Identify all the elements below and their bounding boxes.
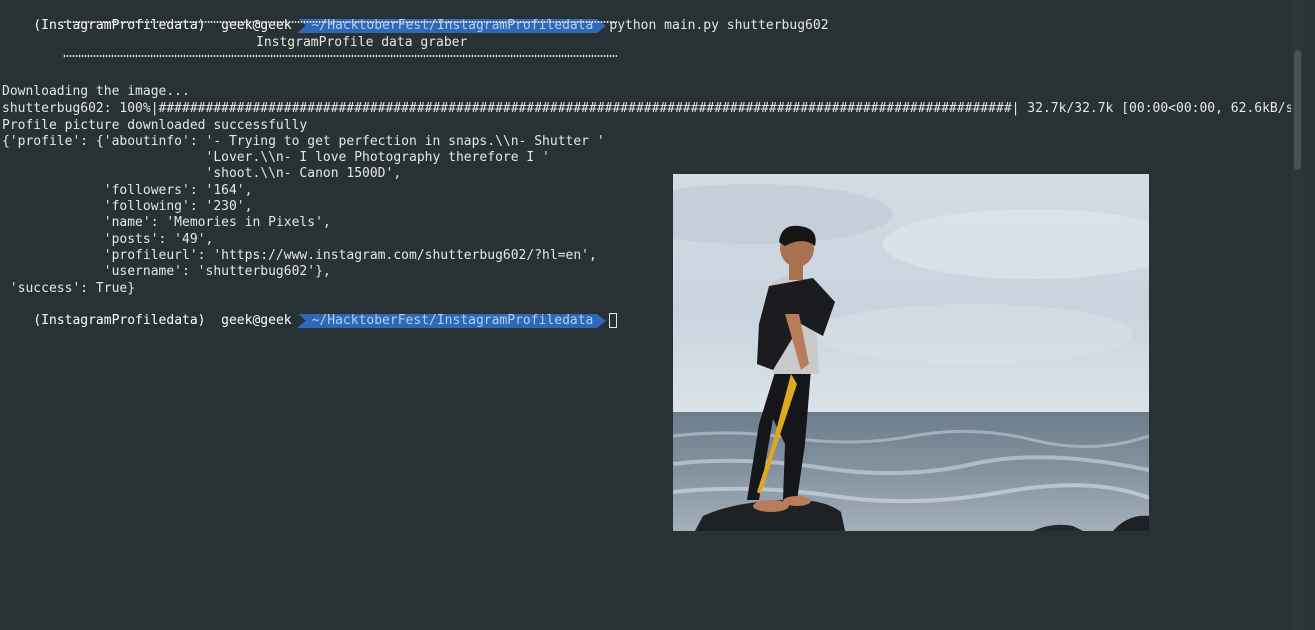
dict-line: 'success': True} <box>2 281 136 296</box>
terminal-window[interactable]: (InstagramProfiledata) geek@geek ~/Hackto… <box>0 0 1303 630</box>
scrollbar-thumb[interactable] <box>1294 50 1301 170</box>
banner-bottom-border <box>63 54 617 58</box>
success-message: Profile picture downloaded successfully <box>2 118 308 133</box>
block-cursor-icon[interactable] <box>609 313 618 328</box>
scrollbar[interactable] <box>1291 0 1303 630</box>
prompt-command: python main.py shutterbug602 <box>609 18 829 33</box>
dict-line: 'followers': '164', <box>2 183 253 198</box>
profile-picture-illustration <box>673 174 1149 531</box>
prompt-path: ~/HacktoberFest/InstagramProfiledata <box>297 313 607 328</box>
banner-title: InstgramProfile data graber <box>256 35 468 50</box>
dict-line: 'username': 'shutterbug602'}, <box>2 264 331 279</box>
prompt-line-1: (InstagramProfiledata) geek@geek ~/Hackto… <box>2 2 828 33</box>
dict-line: 'posts': '49', <box>2 232 214 247</box>
prompt-line-2[interactable]: (InstagramProfiledata) geek@geek ~/Hackto… <box>2 297 618 328</box>
dict-line: 'profileurl': 'https://www.instagram.com… <box>2 248 597 263</box>
progress-bar: shutterbug602: 100%|####################… <box>2 101 1302 116</box>
dict-line: 'following': '230', <box>2 199 253 214</box>
prompt-user: geek@geek <box>221 313 292 328</box>
profile-picture-image <box>673 174 1149 531</box>
prompt-env: (InstagramProfiledata) <box>33 313 206 328</box>
dict-line: {'profile': {'aboutinfo': '- Trying to g… <box>2 134 605 149</box>
downloading-message: Downloading the image... <box>2 84 190 99</box>
dict-line: 'Lover.\\n- I love Photography therefore… <box>2 150 550 165</box>
dict-line: 'shoot.\\n- Canon 1500D', <box>2 166 402 181</box>
banner-top-border <box>63 20 617 24</box>
dict-line: 'name': 'Memories in Pixels', <box>2 215 331 230</box>
